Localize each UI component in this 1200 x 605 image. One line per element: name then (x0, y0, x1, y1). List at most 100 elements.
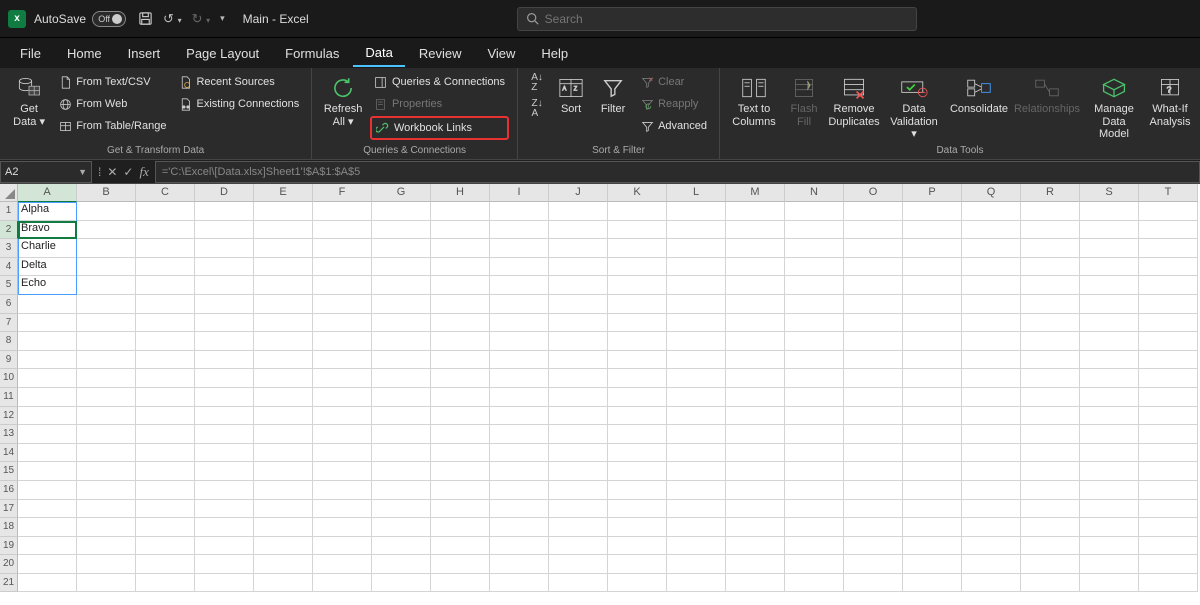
cell[interactable] (254, 295, 313, 314)
cell[interactable] (254, 221, 313, 240)
undo-button[interactable]: ↺ ▾ (163, 11, 182, 27)
cell[interactable] (136, 425, 195, 444)
row-header[interactable]: 10 (0, 369, 18, 388)
cell[interactable] (18, 332, 77, 351)
cell[interactable] (490, 407, 549, 426)
cell[interactable] (549, 537, 608, 556)
cell[interactable] (903, 314, 962, 333)
cell[interactable] (372, 574, 431, 593)
sort-az-button[interactable]: A↓Z (526, 72, 548, 94)
refresh-all-button[interactable]: Refresh All ▾ (320, 72, 366, 130)
cell[interactable] (903, 295, 962, 314)
cell[interactable] (844, 444, 903, 463)
cell[interactable] (844, 239, 903, 258)
cell[interactable] (313, 276, 372, 295)
cell[interactable] (1021, 351, 1080, 370)
cell[interactable] (1021, 202, 1080, 221)
cell[interactable] (1080, 332, 1139, 351)
cell[interactable] (254, 369, 313, 388)
cell[interactable] (490, 555, 549, 574)
cell[interactable] (1021, 500, 1080, 519)
cell[interactable] (18, 444, 77, 463)
cell[interactable] (962, 407, 1021, 426)
cell[interactable] (903, 500, 962, 519)
cell[interactable] (1021, 239, 1080, 258)
cell[interactable] (313, 407, 372, 426)
cell[interactable] (313, 369, 372, 388)
cell[interactable] (18, 407, 77, 426)
cell[interactable] (136, 314, 195, 333)
cell[interactable] (667, 555, 726, 574)
cell[interactable] (136, 276, 195, 295)
cell[interactable] (195, 481, 254, 500)
cell[interactable] (254, 332, 313, 351)
cell[interactable] (1139, 239, 1198, 258)
filter-button[interactable]: Filter (594, 72, 632, 118)
cell[interactable] (549, 314, 608, 333)
cell[interactable] (667, 239, 726, 258)
from-text-csv-button[interactable]: From Text/CSV (54, 72, 170, 92)
cell[interactable] (372, 388, 431, 407)
cell[interactable] (785, 444, 844, 463)
cell[interactable] (77, 407, 136, 426)
cell[interactable] (431, 574, 490, 593)
cells-area[interactable]: AlphaBravoCharlieDeltaEcho (18, 202, 1198, 592)
cell[interactable] (136, 332, 195, 351)
column-header[interactable]: L (667, 184, 726, 202)
cell[interactable] (962, 481, 1021, 500)
cell[interactable] (549, 295, 608, 314)
cell[interactable] (77, 369, 136, 388)
cell[interactable] (785, 555, 844, 574)
search-input[interactable] (545, 12, 908, 26)
cell[interactable] (549, 351, 608, 370)
cell[interactable] (726, 407, 785, 426)
cell[interactable] (1139, 518, 1198, 537)
cell[interactable] (844, 295, 903, 314)
column-header[interactable]: N (785, 184, 844, 202)
tab-home[interactable]: Home (55, 41, 114, 66)
cell[interactable] (431, 351, 490, 370)
cell[interactable] (726, 574, 785, 593)
chevron-down-icon[interactable]: ▼ (78, 167, 87, 177)
cell[interactable] (608, 202, 667, 221)
cell[interactable] (431, 537, 490, 556)
cell[interactable] (903, 388, 962, 407)
cell[interactable] (1139, 425, 1198, 444)
cell[interactable] (490, 351, 549, 370)
cell[interactable] (1080, 295, 1139, 314)
row-header[interactable]: 8 (0, 332, 18, 351)
cell[interactable] (195, 239, 254, 258)
cell[interactable] (490, 537, 549, 556)
cell[interactable] (1139, 276, 1198, 295)
cell[interactable] (18, 462, 77, 481)
cell[interactable] (1080, 221, 1139, 240)
cell[interactable] (1080, 351, 1139, 370)
row-header[interactable]: 7 (0, 314, 18, 333)
cell[interactable] (549, 518, 608, 537)
cell[interactable] (77, 202, 136, 221)
cell[interactable] (254, 425, 313, 444)
cell[interactable] (372, 425, 431, 444)
cell[interactable] (1080, 537, 1139, 556)
cell[interactable] (431, 332, 490, 351)
cell[interactable] (136, 202, 195, 221)
cell[interactable] (785, 295, 844, 314)
column-header[interactable]: T (1139, 184, 1198, 202)
cell[interactable] (490, 258, 549, 277)
cell[interactable] (18, 537, 77, 556)
cell[interactable] (1080, 500, 1139, 519)
cell[interactable] (77, 444, 136, 463)
sort-za-button[interactable]: Z↓A (526, 98, 548, 120)
cell[interactable] (608, 481, 667, 500)
cell[interactable] (195, 425, 254, 444)
cell[interactable] (490, 239, 549, 258)
text-to-columns-button[interactable]: Text to Columns (728, 72, 780, 130)
cell[interactable] (785, 202, 844, 221)
autosave-toggle[interactable]: AutoSave Off (34, 11, 126, 27)
cell[interactable] (1139, 500, 1198, 519)
cell[interactable] (785, 462, 844, 481)
tab-review[interactable]: Review (407, 41, 474, 66)
cell[interactable] (549, 444, 608, 463)
manage-data-model-button[interactable]: Manage Data Model (1084, 72, 1144, 143)
cell[interactable] (254, 555, 313, 574)
